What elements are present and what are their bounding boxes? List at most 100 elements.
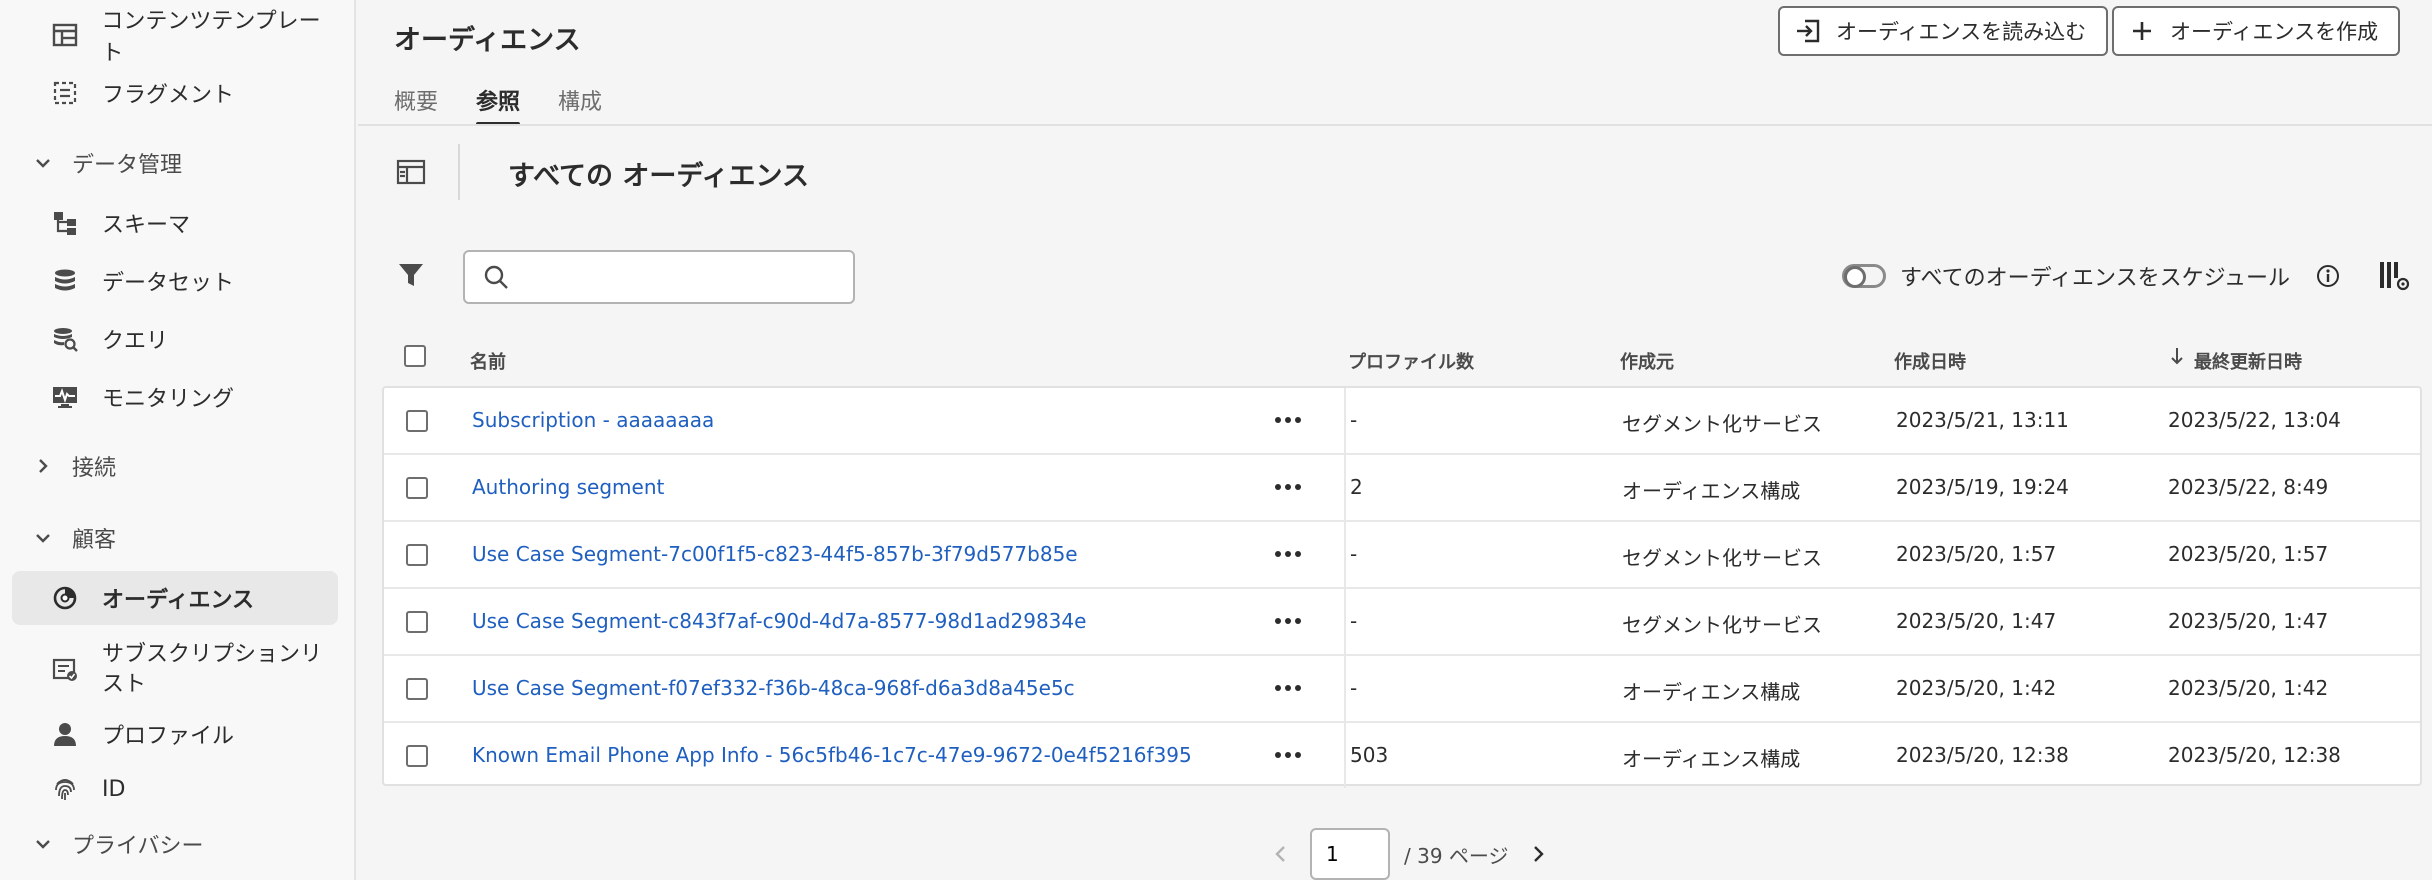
sidebar-item-label: オーディエンス bbox=[102, 588, 255, 613]
search-field[interactable] bbox=[463, 250, 855, 304]
audience-name-link[interactable]: Subscription - aaaaaaaa bbox=[472, 408, 714, 432]
row-checkbox[interactable] bbox=[406, 544, 428, 566]
audience-table: Subscription - aaaaaaaa - セグメント化サービス 202… bbox=[382, 386, 2422, 788]
sidebar-section-data-management[interactable]: データ管理 bbox=[30, 141, 182, 185]
more-actions-icon[interactable] bbox=[1270, 737, 1306, 773]
sidebar-item-fragments[interactable]: フラグメント bbox=[12, 66, 338, 120]
table-row[interactable]: Use Case Segment-f07ef332-f36b-48ca-968f… bbox=[384, 656, 2420, 723]
sidebar-section-connections[interactable]: 接続 bbox=[30, 444, 116, 488]
sidebar-item-label: サブスクリプションリスト bbox=[102, 642, 323, 697]
sidebar-item-label: プロファイル bbox=[102, 724, 235, 749]
profile-count: - bbox=[1350, 609, 1358, 633]
tab-overview[interactable]: 概要 bbox=[394, 78, 438, 126]
sidebar-section-label: 接続 bbox=[72, 456, 117, 481]
sidebar-item-label: データセット bbox=[102, 271, 235, 296]
rail-toggle-icon[interactable] bbox=[394, 155, 428, 189]
created-date: 2023/5/19, 19:24 bbox=[1896, 475, 2069, 499]
tab-compositions[interactable]: 構成 bbox=[558, 78, 602, 126]
updated-date: 2023/5/22, 13:04 bbox=[2168, 408, 2341, 432]
row-checkbox[interactable] bbox=[406, 477, 428, 499]
row-checkbox[interactable] bbox=[406, 611, 428, 633]
sidebar-item-profiles[interactable]: プロファイル bbox=[12, 707, 338, 761]
select-all-checkbox[interactable] bbox=[404, 345, 426, 367]
sidebar-item-subscription-lists[interactable]: サブスクリプションリスト bbox=[12, 630, 338, 710]
import-audience-label: オーディエンスを読み込む bbox=[1836, 21, 2087, 44]
sidebar-item-label: ID bbox=[102, 776, 126, 802]
tab-bar: 概要 参照 構成 bbox=[394, 78, 640, 126]
column-header-updated[interactable]: 最終更新日時 bbox=[2194, 348, 2302, 374]
sidebar-item-content-templates[interactable]: コンテンツテンプレート bbox=[12, 8, 338, 66]
sidebar-section-customer[interactable]: 顧客 bbox=[30, 516, 116, 560]
row-checkbox[interactable] bbox=[406, 410, 428, 432]
sidebar-item-queries[interactable]: クエリ bbox=[12, 312, 338, 366]
column-settings-icon[interactable] bbox=[2376, 258, 2412, 294]
created-date: 2023/5/20, 1:42 bbox=[1896, 676, 2057, 700]
more-actions-icon[interactable] bbox=[1270, 603, 1306, 639]
chevron-down-icon bbox=[30, 831, 56, 857]
column-header-name[interactable]: 名前 bbox=[470, 348, 506, 374]
rail-divider bbox=[458, 144, 460, 200]
template-icon bbox=[48, 18, 81, 52]
origin: オーディエンス構成 bbox=[1622, 680, 1801, 704]
audience-name-link[interactable]: Use Case Segment-f07ef332-f36b-48ca-968f… bbox=[472, 676, 1075, 700]
plus-icon bbox=[2128, 17, 2156, 45]
sidebar-item-label: スキーマ bbox=[102, 213, 191, 238]
tab-browse[interactable]: 参照 bbox=[476, 78, 521, 126]
schedule-all-label: すべてのオーディエンスをスケジュール bbox=[1900, 266, 2291, 291]
profile-count: 2 bbox=[1350, 475, 1363, 499]
updated-date: 2023/5/20, 1:42 bbox=[2168, 676, 2329, 700]
created-date: 2023/5/20, 1:57 bbox=[1896, 542, 2057, 566]
sidebar-item-label: コンテンツテンプレート bbox=[101, 9, 321, 66]
table-row[interactable]: Known Email Phone App Info - 56c5fb46-1c… bbox=[384, 723, 2420, 790]
audience-name-link[interactable]: Authoring segment bbox=[472, 475, 664, 499]
import-audience-button[interactable]: オーディエンスを読み込む bbox=[1778, 6, 2109, 56]
subscription-list-icon bbox=[48, 653, 82, 687]
info-icon[interactable] bbox=[2314, 262, 2342, 290]
audience-icon bbox=[48, 581, 82, 615]
main-content: オーディエンス オーディエンスを読み込む オーディエンスを作成 概要 参照 構成… bbox=[358, 0, 2432, 880]
previous-page-icon[interactable] bbox=[1266, 839, 1296, 869]
sidebar-item-schemas[interactable]: スキーマ bbox=[12, 196, 338, 250]
section-title: すべての オーディエンス bbox=[508, 161, 809, 192]
sidebar-item-identities[interactable]: ID bbox=[12, 762, 338, 816]
audience-name-link[interactable]: Use Case Segment-c843f7af-c90d-4d7a-8577… bbox=[472, 609, 1086, 633]
table-row[interactable]: Use Case Segment-7c00f1f5-c823-44f5-857b… bbox=[384, 522, 2420, 589]
more-actions-icon[interactable] bbox=[1270, 670, 1306, 706]
created-date: 2023/5/20, 12:38 bbox=[1896, 743, 2069, 767]
more-actions-icon[interactable] bbox=[1270, 536, 1306, 572]
page-number-input[interactable] bbox=[1310, 828, 1390, 880]
sidebar-item-label: フラグメント bbox=[102, 83, 235, 108]
sidebar-section-privacy[interactable]: プライバシー bbox=[30, 822, 204, 866]
column-header-origin[interactable]: 作成元 bbox=[1620, 348, 1674, 374]
sidebar-section-label: 顧客 bbox=[72, 528, 117, 553]
create-audience-button[interactable]: オーディエンスを作成 bbox=[2112, 6, 2401, 56]
pagination: / 39 ページ bbox=[1266, 828, 1553, 880]
row-checkbox[interactable] bbox=[406, 678, 428, 700]
schema-icon bbox=[48, 206, 82, 240]
row-checkbox[interactable] bbox=[406, 745, 428, 767]
column-header-profiles[interactable]: プロファイル数 bbox=[1348, 348, 1474, 374]
sidebar: コンテンツテンプレート フラグメント データ管理 スキーマ データセット クエリ bbox=[0, 0, 356, 880]
table-row[interactable]: Use Case Segment-c843f7af-c90d-4d7a-8577… bbox=[384, 589, 2420, 656]
column-header-created[interactable]: 作成日時 bbox=[1894, 348, 1966, 374]
sort-descending-icon[interactable] bbox=[2168, 346, 2186, 370]
chevron-right-icon bbox=[30, 453, 56, 479]
origin: オーディエンス構成 bbox=[1622, 479, 1801, 503]
table-row[interactable]: Subscription - aaaaaaaa - セグメント化サービス 202… bbox=[384, 388, 2420, 455]
search-input[interactable] bbox=[521, 265, 841, 289]
sidebar-item-datasets[interactable]: データセット bbox=[12, 254, 338, 308]
import-icon bbox=[1794, 17, 1822, 45]
next-page-icon[interactable] bbox=[1523, 839, 1553, 869]
more-actions-icon[interactable] bbox=[1270, 469, 1306, 505]
sidebar-item-monitoring[interactable]: モニタリング bbox=[12, 370, 338, 424]
filter-icon[interactable] bbox=[394, 258, 428, 292]
profile-count: - bbox=[1350, 676, 1358, 700]
sidebar-item-label: クエリ bbox=[102, 329, 169, 354]
audience-name-link[interactable]: Use Case Segment-7c00f1f5-c823-44f5-857b… bbox=[472, 542, 1078, 566]
more-actions-icon[interactable] bbox=[1270, 402, 1306, 438]
schedule-all-toggle[interactable] bbox=[1842, 264, 1886, 288]
audience-name-link[interactable]: Known Email Phone App Info - 56c5fb46-1c… bbox=[472, 743, 1192, 767]
sidebar-item-audiences[interactable]: オーディエンス bbox=[12, 571, 338, 625]
table-row[interactable]: Authoring segment 2 オーディエンス構成 2023/5/19,… bbox=[384, 455, 2420, 522]
sidebar-section-label: データ管理 bbox=[72, 153, 183, 178]
